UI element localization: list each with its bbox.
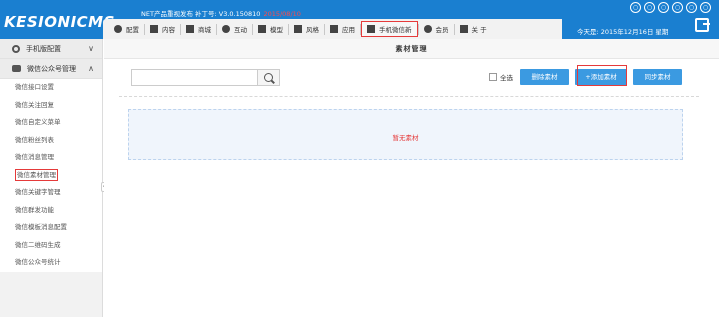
nav-item-style[interactable]: 风格 [289,21,324,37]
page-title: 素材管理 [104,39,719,59]
empty-state-box: 暂无素材 [128,109,683,160]
sidebar: 手机版配置 ∨ 微信公众号管理 ∧ 微信接口设置 微信关注回复 微信自定义菜单 … [0,39,103,317]
sidebar-item-messages[interactable]: 微信消息管理 [0,149,102,167]
sync-material-button[interactable]: 同步素材 [633,69,682,85]
main-nav: 配置 内容 商城 互动 模型 风格 应用 手机微信新 会员 关 于 [103,19,562,39]
sidebar-item-fans[interactable]: 微信粉丝列表 [0,132,102,150]
select-all-label: 全选 [500,74,513,82]
search-input[interactable] [131,69,257,86]
empty-state-text: 暂无素材 [392,134,419,142]
nav-item-apps[interactable]: 应用 [325,21,360,37]
checkbox-box[interactable] [489,73,497,81]
today-date: 今天是: 2015年12月16日 星期 [577,28,669,36]
version-date: 2015/08/10 [263,10,301,18]
nav-label: 互动 [234,26,247,34]
sidebar-item-mass-send[interactable]: 微信群发功能 [0,202,102,220]
grid-icon [258,25,266,33]
circle-icon-4[interactable]: ○ [672,2,683,13]
nav-item-interact[interactable]: 互动 [217,21,252,37]
nav-item-config[interactable]: 配置 [109,21,144,37]
chevron-up-icon: ∧ [88,64,94,73]
sidebar-section-wechat[interactable]: 微信公众号管理 ∧ [0,59,102,79]
nav-label: 配置 [126,26,139,34]
circle-icon-5[interactable]: ○ [686,2,697,13]
version-text: NET产品重视发布 补丁号: V3.0.150810 [141,10,261,18]
top-icon-bar: ○ ○ ○ ○ ○ ○ [630,2,711,13]
logo: KESIONICMS [4,13,115,31]
sidebar-list: 微信接口设置 微信关注回复 微信自定义菜单 微信粉丝列表 微信消息管理 微信素材… [0,79,102,272]
sidebar-item-follow-reply[interactable]: 微信关注回复 [0,97,102,115]
delete-material-button[interactable]: 删除素材 [520,69,569,85]
shop-icon [186,25,194,33]
gear-icon [12,44,20,53]
nav-item-members[interactable]: 会员 [419,21,454,37]
nav-label: 应用 [342,26,355,34]
nav-item-shop[interactable]: 商城 [181,21,216,37]
gear-icon [114,25,122,33]
menu-icon [459,25,468,33]
nav-item-content[interactable]: 内容 [145,21,180,37]
sidebar-item-stats[interactable]: 微信公众号统计 [0,254,102,272]
nav-label: 模型 [270,26,283,34]
menu-icon [367,25,375,33]
divider [119,96,699,97]
nav-label: 关 于 [471,26,487,34]
sidebar-section-label: 微信公众号管理 [27,64,76,73]
add-button-highlight [577,65,627,86]
main-content: 素材管理 全选 删除素材 +添加素材 同步素材 暂无素材 [104,39,719,317]
nav-item-model[interactable]: 模型 [253,21,288,37]
logo-main-text: KESION [4,13,71,31]
circle-icon-6[interactable]: ○ [700,2,711,13]
tag-icon [294,25,302,33]
nav-label: 商城 [198,26,211,34]
circle-icon-1[interactable]: ○ [630,2,641,13]
sidebar-item-interface[interactable]: 微信接口设置 [0,79,102,97]
sidebar-item-template-msg[interactable]: 微信模板消息配置 [0,219,102,237]
nav-label: 风格 [306,26,319,34]
sidebar-section-label: 手机版配置 [26,44,61,53]
user-icon [423,25,432,33]
nav-item-mobile-wechat[interactable]: 手机微信新 [361,21,418,37]
circle-icon-2[interactable]: ○ [644,2,655,13]
top-header: KESIONICMS NET产品重视发布 补丁号: V3.0.150810 201… [0,0,719,39]
nav-label: 内容 [162,26,175,34]
chevron-down-icon: ∨ [88,44,94,53]
chat-icon [12,65,21,72]
circle-icon-3[interactable]: ○ [658,2,669,13]
sidebar-item-materials[interactable]: 微信素材管理 [0,167,102,185]
document-icon [150,25,158,33]
nav-item-about[interactable]: 关 于 [455,21,492,37]
sidebar-item-keywords[interactable]: 微信关键字管理 [0,184,102,202]
version-info: NET产品重视发布 补丁号: V3.0.150810 2015/08/10 [141,8,301,18]
nav-label: 手机微信新 [379,26,412,34]
users-icon [222,25,230,33]
select-all-checkbox[interactable]: 全选 [489,72,513,82]
sidebar-item-qrcode[interactable]: 微信二维码生成 [0,237,102,255]
nav-label: 会员 [435,26,449,34]
sidebar-item-custom-menu[interactable]: 微信自定义菜单 [0,114,102,132]
search-button[interactable] [257,69,280,86]
monitor-icon [330,25,338,33]
sidebar-section-mobile[interactable]: 手机版配置 ∨ [0,39,102,59]
logout-icon[interactable] [695,18,710,32]
